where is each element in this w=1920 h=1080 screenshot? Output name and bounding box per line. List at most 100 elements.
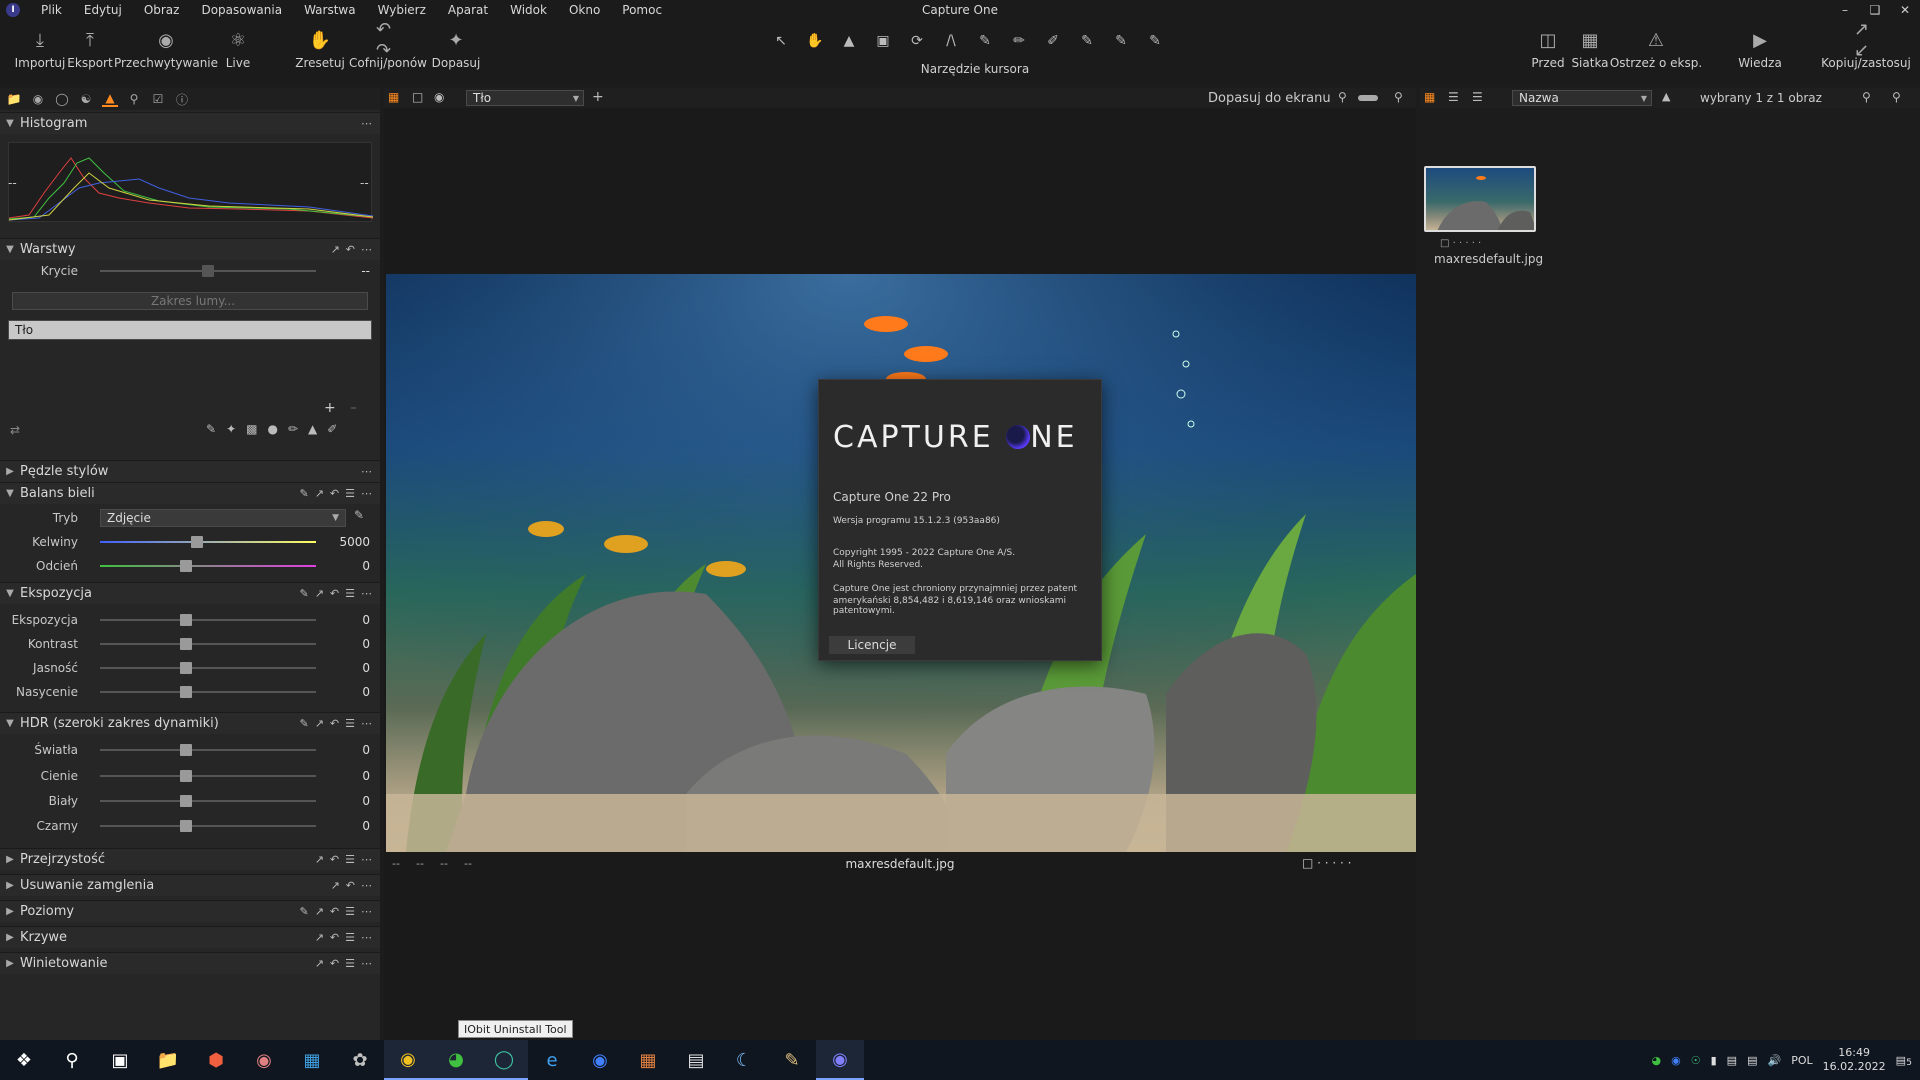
add-icon[interactable]: +: [592, 89, 604, 105]
tray-security-icon[interactable]: ☉: [1691, 1054, 1701, 1067]
crop-icon[interactable]: ▣: [872, 30, 894, 52]
lens-tab-icon[interactable]: ◯: [54, 91, 70, 107]
reset-icon[interactable]: ↶: [346, 879, 355, 892]
eraser-icon[interactable]: ✏: [1008, 30, 1030, 52]
loupe-icon[interactable]: ▲: [838, 30, 860, 52]
list-icon[interactable]: ☰: [345, 931, 355, 944]
reset-icon[interactable]: ↶: [330, 587, 339, 600]
menu-edytuj[interactable]: Edytuj: [73, 3, 133, 17]
tray-app-icon[interactable]: ◉: [1671, 1054, 1681, 1067]
menu-wybierz[interactable]: Wybierz: [367, 3, 437, 17]
more-icon[interactable]: ⋯: [361, 487, 372, 500]
linear-gradient-icon[interactable]: ▩: [246, 422, 257, 436]
app-icon-6[interactable]: ▤: [672, 1040, 720, 1080]
style-brushes-header[interactable]: ▶ Pędzle stylów ⋯: [0, 460, 380, 482]
curves-header[interactable]: ▶ Krzywe ↗ ↶ ☰ ⋯: [0, 926, 380, 948]
pen-icon[interactable]: ✐: [327, 422, 337, 436]
list-icon[interactable]: ☰: [345, 957, 355, 970]
zoom-slider[interactable]: [1358, 95, 1378, 101]
pan-hand-icon[interactable]: ✋: [804, 30, 826, 52]
list-view-icon[interactable]: ☰: [1448, 90, 1459, 104]
zoom-icon[interactable]: ⚲: [1862, 90, 1871, 104]
reset-icon[interactable]: ↶: [346, 243, 355, 256]
sort-direction-icon[interactable]: ▲: [1662, 90, 1670, 103]
capture-one-logo-icon[interactable]: I: [6, 3, 20, 17]
highlights-value[interactable]: 0: [330, 743, 370, 757]
maximize-icon[interactable]: ❑: [1860, 0, 1890, 20]
exposure-slider[interactable]: [100, 614, 316, 626]
hdr-header[interactable]: ▼ HDR (szeroki zakres dynamiki) ✎ ↗ ↶ ☰ ⋯: [0, 712, 380, 734]
layers-header[interactable]: ▼ Warstwy ↗ ↶ ⋯: [0, 238, 380, 260]
menu-okno[interactable]: Okno: [558, 3, 611, 17]
wb-mode-select[interactable]: Zdjęcie ▼: [100, 509, 346, 527]
histogram-header[interactable]: ▼ Histogram ⋯: [0, 112, 380, 134]
healing-icon[interactable]: ✐: [1042, 30, 1064, 52]
saturation-value[interactable]: 0: [330, 685, 370, 699]
more-icon[interactable]: ⋯: [361, 587, 372, 600]
expand-icon[interactable]: ↗: [315, 487, 324, 500]
volume-icon[interactable]: 🔊: [1767, 1054, 1781, 1067]
menu-pomoc[interactable]: Pomoc: [611, 3, 673, 17]
details-tab-icon[interactable]: ⚲: [126, 91, 142, 107]
eraser-icon[interactable]: ✏: [288, 422, 298, 436]
brush-icon[interactable]: ✎: [206, 422, 216, 436]
copy-apply-button[interactable]: ↗ ↙ Kopiuj/zastosuj: [1821, 19, 1911, 70]
kelvin-value[interactable]: 5000: [330, 535, 370, 549]
licenses-button[interactable]: Licencje: [829, 636, 915, 654]
live-button[interactable]: ⚛ Live: [198, 28, 278, 71]
tint-value[interactable]: 0: [330, 559, 370, 573]
auto-adjust-button[interactable]: ✦ Dopasuj: [416, 28, 496, 71]
tint-slider[interactable]: [100, 560, 316, 572]
list-icon[interactable]: ☰: [345, 717, 355, 730]
app-icon-8[interactable]: ✎: [768, 1040, 816, 1080]
picker-icon[interactable]: ✎: [299, 905, 308, 918]
more-icon[interactable]: ⋯: [361, 717, 372, 730]
list-icon[interactable]: ☰: [345, 853, 355, 866]
swap-icon[interactable]: ⇄: [10, 423, 20, 437]
list-icon[interactable]: ☰: [345, 587, 355, 600]
task-view-icon[interactable]: ▣: [96, 1040, 144, 1080]
tray-utorrent-icon[interactable]: ◕: [1652, 1054, 1662, 1067]
exposure-tab-icon[interactable]: ▲: [102, 91, 118, 107]
shadows-slider[interactable]: [100, 770, 316, 782]
file-explorer-icon[interactable]: 📁: [144, 1040, 192, 1080]
expand-icon[interactable]: ↗: [331, 243, 340, 256]
app-icon-7[interactable]: ☾: [720, 1040, 768, 1080]
picker-icon[interactable]: ✎: [299, 487, 308, 500]
more-icon[interactable]: ⋯: [361, 905, 372, 918]
list-icon[interactable]: ☰: [345, 487, 355, 500]
metadata-tab-icon[interactable]: ☑: [150, 91, 166, 107]
app-icon-2[interactable]: ▦: [288, 1040, 336, 1080]
iobit-uninstaller-icon[interactable]: ◯: [480, 1040, 528, 1080]
chrome-icon[interactable]: ◉: [384, 1040, 432, 1080]
notifications-icon[interactable]: ▤ 5: [1896, 1054, 1912, 1068]
menu-obraz[interactable]: Obraz: [133, 3, 191, 17]
picker-icon[interactable]: ✎: [299, 717, 308, 730]
single-view-icon[interactable]: □: [412, 90, 423, 104]
close-icon[interactable]: ✕: [1890, 0, 1920, 20]
opacity-value[interactable]: --: [330, 264, 370, 278]
app-icon-4[interactable]: ◉: [576, 1040, 624, 1080]
more-icon[interactable]: ⋯: [361, 465, 372, 478]
expand-icon[interactable]: ↗: [315, 853, 324, 866]
menu-plik[interactable]: Plik: [30, 3, 73, 17]
stamp-icon[interactable]: ▲: [308, 422, 317, 436]
picker-icon[interactable]: ✎: [1076, 30, 1098, 52]
black-value[interactable]: 0: [330, 819, 370, 833]
more-icon[interactable]: ⋯: [361, 243, 372, 256]
radial-gradient-icon[interactable]: ●: [267, 422, 277, 436]
exposure-warning-button[interactable]: ⚠ Ostrzeż o eksp.: [1610, 28, 1702, 71]
exposure-header[interactable]: ▼ Ekspozycja ✎ ↗ ↶ ☰ ⋯: [0, 582, 380, 604]
color-tab-icon[interactable]: ☯: [78, 91, 94, 107]
utorrent-icon[interactable]: ◕: [432, 1040, 480, 1080]
expand-icon[interactable]: ↗: [315, 717, 324, 730]
rating-stars[interactable]: □ · · · · ·: [1302, 856, 1351, 870]
menu-warstwa[interactable]: Warstwa: [293, 3, 367, 17]
opacity-slider[interactable]: [100, 265, 316, 277]
office-icon[interactable]: ⬢: [192, 1040, 240, 1080]
reset-icon[interactable]: ↶: [330, 905, 339, 918]
network-icon[interactable]: ▤: [1747, 1054, 1757, 1067]
kelvin-slider[interactable]: [100, 536, 316, 548]
reset-icon[interactable]: ↶: [330, 487, 339, 500]
search-icon[interactable]: ⚲: [1892, 90, 1901, 104]
